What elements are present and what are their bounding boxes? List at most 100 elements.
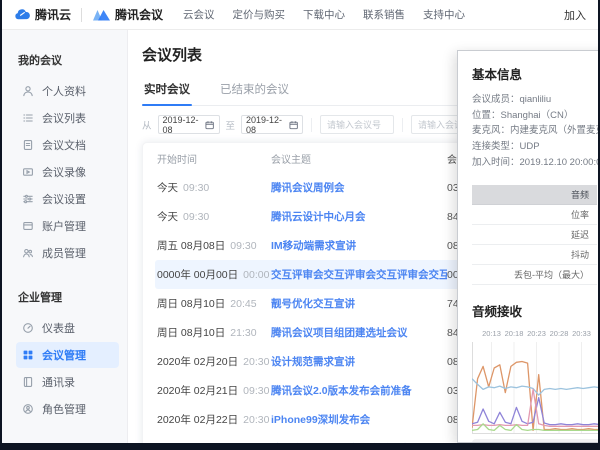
sidebar-item-label: 通讯录 [42,374,75,390]
meeting-subject-link[interactable]: 设计规范需求宣讲 [271,356,355,368]
document-icon [22,139,34,151]
date-to-picker[interactable]: 2019-12-08 [241,115,303,134]
audio-receive-chart: 20:1320:1820:2320:2820:33 [472,329,598,443]
meeting-subject-link[interactable]: 靓号优化交互宣讲 [271,298,355,310]
tab-label: 已结束的会议 [220,84,289,96]
meeting-subject-link[interactable]: iPhone99深圳发布会 [271,414,370,426]
x-tick-label: 20:18 [502,329,526,338]
screen-frame: 腾讯云 腾讯会议 云会议 定价与购买 下载中心 联系销售 支持中心 加入 我的会… [2,0,598,443]
tab-realtime-meetings[interactable]: 实时会议 [142,77,192,105]
sidebar-item-meeting-management[interactable]: 会议管理 [16,342,119,368]
info-member: 会议成员：qianliliu [472,92,598,108]
sidebar-item-label: 会议文档 [42,137,86,153]
x-tick-label: 20:23 [525,329,549,338]
line-chart [472,342,598,434]
date-from-value: 2019-12-08 [163,115,206,135]
sidebar-section-my-meetings: 我的会议 [18,52,119,68]
start-time: 20:30 [243,356,269,368]
meeting-subject-link[interactable]: 腾讯会议项目组团建选址会议 [271,327,408,339]
grid-icon [22,349,34,361]
stats-row-packet-loss: 丢包-平均（最大） [472,265,597,285]
calendar-icon [205,120,214,130]
start-date: 2020年 02月21日 [157,385,238,397]
sidebar-item-label: 会议录像 [42,164,86,180]
x-tick-label: 20:33 [570,329,594,338]
brand-cloud-label: 腾讯云 [35,6,71,23]
nav-link-cloud-meeting[interactable]: 云会议 [183,7,215,22]
sidebar-item-meeting-list[interactable]: 会议列表 [16,105,119,131]
meeting-subject-link[interactable]: 腾讯会议周例会 [271,182,345,194]
stats-row-latency: 延迟 [472,225,597,245]
settings-sliders-icon [22,193,34,205]
sidebar-item-label: 会议列表 [42,110,86,126]
brand-meeting-label: 腾讯会议 [115,6,163,23]
sidebar-item-member-management[interactable]: 成员管理 [16,240,119,266]
user-icon [22,85,34,97]
tencent-meeting-logo[interactable]: 腾讯会议 [92,6,163,23]
x-tick-label: 20:28 [547,329,571,338]
list-icon [22,112,34,124]
join-meeting-link[interactable]: 加入 [564,7,586,23]
chart-x-axis-ticks: 20:1320:1820:2320:2820:33 [472,329,598,342]
top-navbar: 腾讯云 腾讯会议 云会议 定价与购买 下载中心 联系销售 支持中心 加入 [2,0,598,30]
date-from-picker[interactable]: 2019-12-08 [158,115,220,134]
date-to-value: 2019-12-08 [246,115,289,135]
start-date: 2020年 02月20日 [157,356,238,368]
sidebar-item-dashboard[interactable]: 仪表盘 [16,315,119,341]
navbar-divider [81,8,82,22]
nav-link-contact-sales[interactable]: 联系销售 [363,7,405,22]
dashboard-gauge-icon [22,322,34,334]
audio-receive-title: 音频接收 [472,301,598,320]
info-location: 位置：Shanghai（CN） [472,108,598,124]
nav-link-support-center[interactable]: 支持中心 [423,7,465,22]
nav-link-pricing[interactable]: 定价与购买 [233,7,286,22]
sidebar-section-gap [16,267,119,281]
top-nav-links: 云会议 定价与购买 下载中心 联系销售 支持中心 [183,7,465,22]
start-time: 09:30 [183,211,209,223]
meeting-logo-icon [92,9,111,21]
sidebar-item-label: 会议设置 [42,191,86,207]
date-from-label: 从 [142,118,152,132]
basic-info-title: 基本信息 [472,64,598,83]
start-time: 21:30 [230,327,256,339]
start-time: 20:30 [243,414,269,426]
meeting-subject-link[interactable]: 交互评审会交互评审会交互评审会交互评审会 [271,269,447,281]
info-microphone: 麦克风：内建麦克风（外置麦克风） [472,123,598,139]
start-time: 09:30 [183,182,209,194]
stats-row-bitrate: 位率 [472,205,597,225]
cloud-icon [14,8,31,21]
sidebar-item-contacts[interactable]: 通讯录 [16,369,119,395]
sidebar-item-profile[interactable]: 个人资料 [16,78,119,104]
filter-separator [402,118,403,132]
sidebar-item-label: 会议管理 [42,347,86,363]
contacts-book-icon [22,376,34,388]
sidebar-section-enterprise: 企业管理 [18,289,119,305]
sidebar-item-meeting-settings[interactable]: 会议设置 [16,186,119,212]
sidebar-item-meeting-docs[interactable]: 会议文档 [16,132,119,158]
tencent-cloud-logo[interactable]: 腾讯云 [14,6,71,23]
start-time: 09:30 [243,385,269,397]
start-date: 周日 08月10日 [157,327,225,339]
meeting-subject-link[interactable]: IM移动端需求宣讲 [271,240,356,252]
meeting-subject-link[interactable]: 腾讯云设计中心月会 [271,211,366,223]
sidebar-item-meeting-recordings[interactable]: 会议录像 [16,159,119,185]
sidebar: 我的会议 个人资料 会议列表 会议文档 会议录像 会议设置 账户管理 成员管理 [2,30,128,443]
stats-row-jitter: 抖动 [472,245,597,265]
start-date: 0000年 00月00日 [157,269,238,281]
tab-label: 实时会议 [144,84,190,96]
info-connection-type: 连接类型：UDP [472,139,598,155]
start-time: 20:45 [230,298,256,310]
nav-link-download-center[interactable]: 下载中心 [303,7,345,22]
meeting-id-input[interactable] [320,115,394,134]
sidebar-item-role-management[interactable]: 角色管理 [16,396,119,422]
chart-brush-scrubber[interactable] [472,439,598,443]
account-card-icon [22,220,34,232]
recording-icon [22,166,34,178]
meeting-subject-link[interactable]: 腾讯会议2.0版本发布会前准备 [271,385,412,397]
start-date: 今天 [157,211,178,223]
audio-stats-table: 音频 位率 延迟 抖动 丢包-平均（最大） [472,185,597,285]
sidebar-item-account-management[interactable]: 账户管理 [16,213,119,239]
stats-header-audio: 音频 [472,185,597,205]
tab-ended-meetings[interactable]: 已结束的会议 [218,77,291,105]
start-date: 周日 08月10日 [157,298,225,310]
